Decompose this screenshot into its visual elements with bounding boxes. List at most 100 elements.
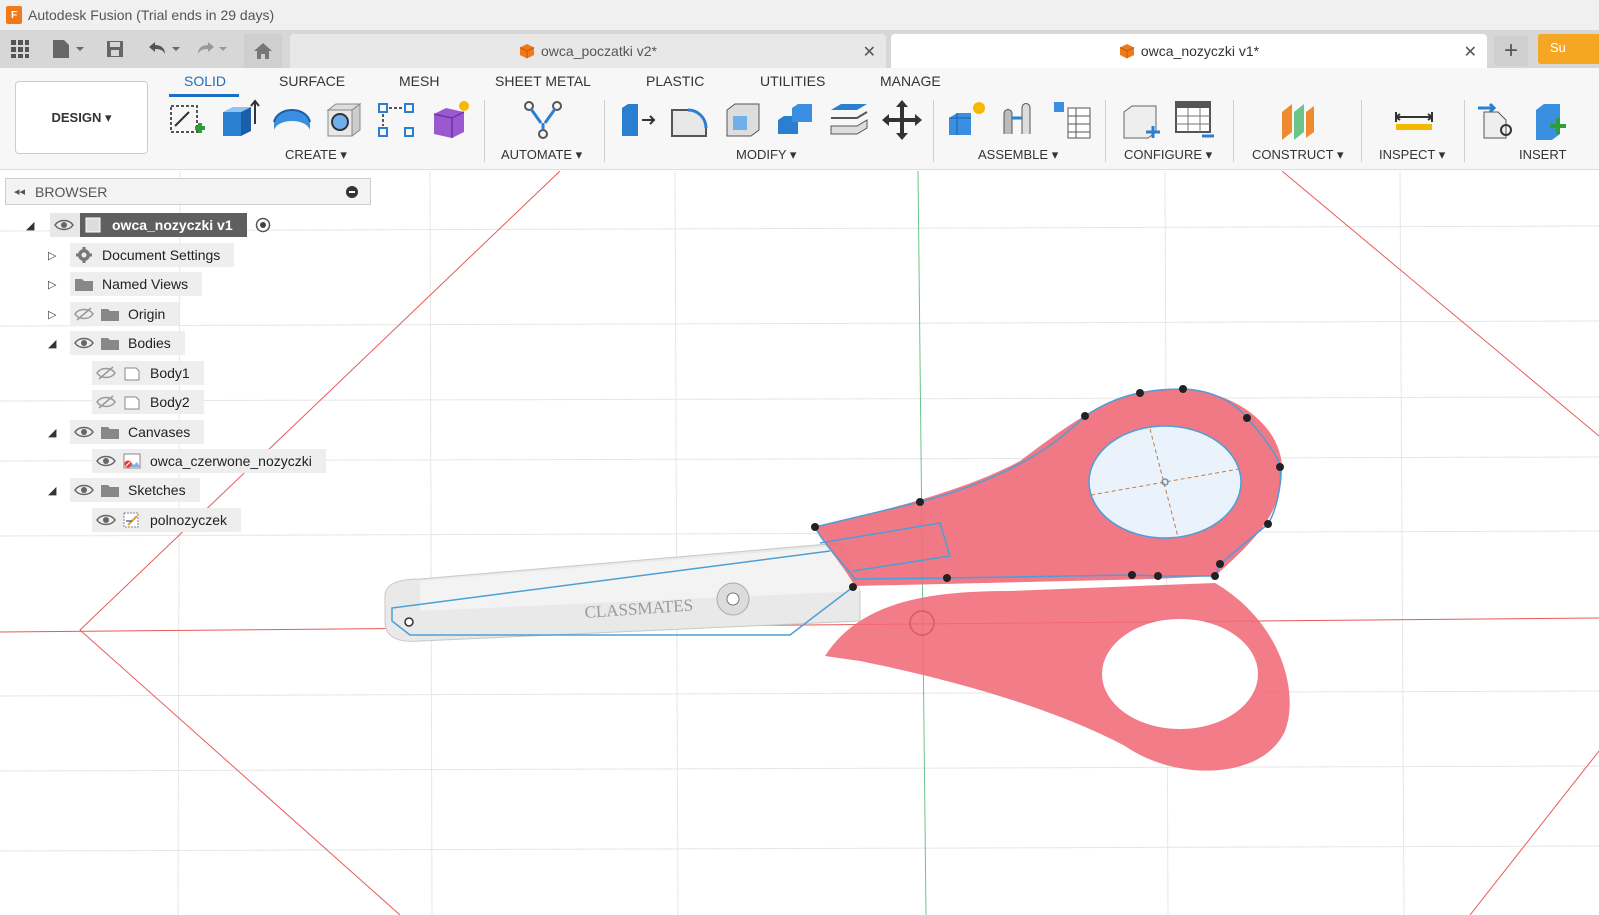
- sketch-icon: [123, 512, 139, 528]
- hidden-eye-icon[interactable]: [74, 307, 94, 321]
- expand-toggle-icon[interactable]: ◢: [48, 426, 60, 439]
- subscribe-button[interactable]: Su: [1538, 34, 1599, 64]
- configure-menu[interactable]: CONFIGURE ▾: [1124, 147, 1212, 163]
- undo-icon[interactable]: [145, 38, 181, 60]
- redo-icon[interactable]: [192, 38, 228, 60]
- browser-root-node[interactable]: ◢ owca_nozyczki v1: [26, 213, 271, 237]
- browser-title: BROWSER: [35, 183, 108, 200]
- shell-icon[interactable]: [721, 98, 765, 142]
- tab-owca-poczatki[interactable]: owca_poczatki v2* ✕: [290, 34, 886, 68]
- expand-toggle-icon[interactable]: ▷: [48, 278, 60, 291]
- 3d-viewport[interactable]: CLASSMATES: [0, 171, 1599, 915]
- construct-menu[interactable]: CONSTRUCT ▾: [1252, 147, 1344, 163]
- extrude-icon[interactable]: [217, 98, 261, 142]
- inspect-menu[interactable]: INSPECT ▾: [1379, 147, 1445, 163]
- create-sketch-icon[interactable]: [165, 98, 209, 142]
- hidden-eye-icon[interactable]: [96, 395, 116, 409]
- browser-node-body1[interactable]: Body1: [92, 361, 204, 385]
- offset-plane-icon[interactable]: [1276, 98, 1320, 142]
- ribbon-separator: [933, 100, 934, 162]
- tab-surface[interactable]: SURFACE: [279, 73, 345, 89]
- modify-menu[interactable]: MODIFY ▾: [736, 147, 796, 163]
- visibility-eye-icon[interactable]: [74, 483, 94, 497]
- joint-icon[interactable]: [998, 98, 1042, 142]
- file-menu-icon[interactable]: [50, 38, 84, 60]
- offset-face-icon[interactable]: [827, 98, 871, 142]
- ribbon-separator: [1464, 100, 1465, 162]
- browser-node-canvas-owca-czerwone-nozyczki[interactable]: owca_czerwone_nozyczki: [92, 449, 326, 473]
- new-tab-button[interactable]: +: [1494, 36, 1528, 66]
- browser-node-bodies[interactable]: ◢ Bodies: [48, 331, 185, 355]
- minimize-browser-icon[interactable]: [346, 186, 358, 198]
- folder-icon: [101, 485, 119, 497]
- insert-menu[interactable]: INSERT: [1519, 147, 1566, 162]
- create-menu[interactable]: CREATE ▾: [285, 147, 347, 163]
- expand-toggle-icon[interactable]: ▷: [48, 249, 60, 262]
- activate-radio-icon[interactable]: [255, 217, 271, 233]
- move-copy-icon[interactable]: [880, 98, 924, 142]
- combine-icon[interactable]: [774, 98, 818, 142]
- configuration-table-icon[interactable]: [1172, 98, 1216, 142]
- visibility-eye-icon[interactable]: [74, 336, 94, 350]
- tab-manage[interactable]: MANAGE: [880, 73, 941, 89]
- close-tab-icon[interactable]: ✕: [1464, 42, 1477, 62]
- ribbon-separator: [1233, 100, 1234, 162]
- insert-derive-icon[interactable]: [1476, 98, 1520, 142]
- tab-owca-nozyczki[interactable]: owca_nozyczki v1* ✕: [891, 34, 1487, 68]
- expand-toggle-icon[interactable]: ◢: [26, 219, 38, 232]
- browser-node-sketch-polnozyczek[interactable]: polnozyczek: [92, 508, 242, 532]
- collapse-browser-icon[interactable]: ◂◂: [14, 185, 25, 198]
- document-component-icon: [85, 217, 101, 233]
- root-label: owca_nozyczki v1: [112, 217, 233, 233]
- visibility-eye-icon[interactable]: [74, 425, 94, 439]
- revolve-icon[interactable]: [270, 98, 314, 142]
- fusion-logo-icon: F: [6, 6, 22, 24]
- ribbon-separator: [604, 100, 605, 162]
- create-form-icon[interactable]: [428, 98, 472, 142]
- tab-sheet-metal[interactable]: SHEET METAL: [495, 73, 591, 89]
- visibility-eye-icon[interactable]: [54, 218, 74, 232]
- browser-node-document-settings[interactable]: ▷ Document Settings: [48, 243, 235, 267]
- visibility-eye-icon[interactable]: [96, 454, 116, 468]
- browser-node-canvases[interactable]: ◢ Canvases: [48, 420, 205, 444]
- workspace-switcher-button[interactable]: DESIGN ▾: [15, 81, 148, 154]
- tab-bar: owca_poczatki v2* ✕ owca_nozyczki v1* ✕ …: [0, 30, 1599, 68]
- hidden-eye-icon[interactable]: [96, 366, 116, 380]
- bill-of-materials-icon[interactable]: [1050, 98, 1094, 142]
- measure-icon[interactable]: [1392, 98, 1436, 142]
- fillet-icon[interactable]: [668, 98, 712, 142]
- tab-solid[interactable]: SOLID: [184, 73, 226, 89]
- save-icon[interactable]: [105, 38, 125, 60]
- insert-mcmaster-icon[interactable]: [1528, 98, 1572, 142]
- app-grid-icon[interactable]: [10, 38, 30, 60]
- body-icon: [124, 396, 140, 410]
- home-icon[interactable]: [244, 34, 282, 68]
- browser-header: ◂◂ BROWSER: [5, 178, 371, 205]
- expand-toggle-icon[interactable]: ◢: [48, 484, 60, 497]
- expand-toggle-icon[interactable]: ◢: [48, 337, 60, 350]
- tab-mesh[interactable]: MESH: [399, 73, 439, 89]
- tab-utilities[interactable]: UTILITIES: [760, 73, 825, 89]
- browser-node-named-views[interactable]: ▷ Named Views: [48, 272, 203, 296]
- ribbon-separator: [1105, 100, 1106, 162]
- pattern-icon[interactable]: [375, 98, 419, 142]
- new-component-icon[interactable]: [945, 98, 989, 142]
- assemble-menu[interactable]: ASSEMBLE ▾: [978, 147, 1058, 163]
- browser-node-origin[interactable]: ▷ Origin: [48, 302, 180, 326]
- tab-plastic[interactable]: PLASTIC: [646, 73, 704, 89]
- expand-toggle-icon[interactable]: ▷: [48, 308, 60, 321]
- toolbar-ribbon: DESIGN ▾ SOLID SURFACE MESH SHEET METAL …: [0, 68, 1599, 170]
- hole-icon[interactable]: [322, 98, 366, 142]
- close-tab-icon[interactable]: ✕: [863, 42, 876, 62]
- visibility-eye-icon[interactable]: [96, 513, 116, 527]
- press-pull-icon[interactable]: [616, 98, 660, 142]
- folder-icon: [101, 338, 119, 350]
- folder-icon: [101, 427, 119, 439]
- tab-label: owca_nozyczki v1*: [1140, 43, 1260, 59]
- browser-node-sketches[interactable]: ◢ Sketches: [48, 478, 200, 502]
- browser-node-body2[interactable]: Body2: [92, 390, 204, 414]
- configure-icon[interactable]: [1120, 98, 1164, 142]
- sketch-point[interactable]: [404, 617, 414, 627]
- automate-menu[interactable]: AUTOMATE ▾: [501, 147, 582, 163]
- automate-icon[interactable]: [521, 98, 565, 142]
